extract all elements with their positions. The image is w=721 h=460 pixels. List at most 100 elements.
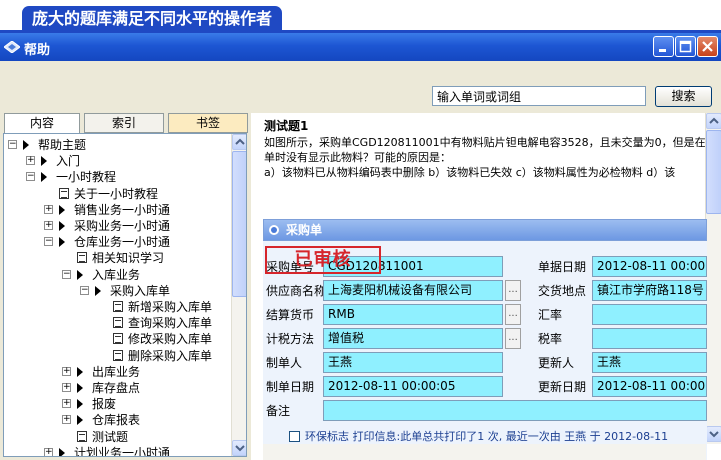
collapse-icon[interactable]: −	[44, 237, 53, 247]
field-creator[interactable]: 王燕	[323, 352, 503, 373]
tree-node[interactable]: 修改采购入库单	[4, 331, 230, 347]
field-delivery[interactable]: 镇江市学府路118号	[592, 280, 707, 301]
content-scroll-down-button[interactable]	[706, 426, 721, 442]
tax-method-lookup-button[interactable]: ...	[505, 328, 521, 349]
label-delivery: 交货地点	[538, 284, 587, 298]
tree-node[interactable]: + 入门	[4, 153, 230, 169]
tree-node[interactable]: − 入库业务	[4, 267, 230, 283]
scroll-up-button[interactable]	[232, 134, 246, 150]
label-creator: 制单人	[266, 356, 303, 370]
supplier-lookup-button[interactable]: ...	[505, 280, 521, 301]
tree-node[interactable]: 相关知识学习	[4, 250, 230, 266]
tree-node[interactable]: + 库存盘点	[4, 380, 230, 396]
form-header-icon	[269, 225, 279, 235]
tab-contents[interactable]: 内容	[4, 113, 80, 135]
arrow-icon	[59, 221, 65, 231]
search-input[interactable]	[432, 86, 646, 106]
tree-node[interactable]: 查询采购入库单	[4, 315, 230, 331]
help-window-icon	[3, 40, 21, 54]
question-line: 如图所示，采购单CGD120811001中有物料贴片钽电解电容3528，且未交量…	[264, 136, 706, 149]
arrow-icon	[77, 366, 83, 377]
tree-node-label: 新增采购入库单	[128, 300, 213, 314]
form-header: 采购单	[263, 219, 707, 241]
tree-node[interactable]: − 采购入库单	[4, 283, 230, 299]
tab-index[interactable]: 索引	[84, 113, 164, 133]
tree-node-label: 仓库业务一小时通	[74, 235, 171, 250]
label-currency: 结算货币	[266, 308, 315, 322]
content-scroll-thumb[interactable]	[706, 130, 721, 214]
tree-node-label: 帮助主题	[38, 138, 87, 152]
tree-node-label: 销售业务一小时通	[74, 202, 171, 217]
content-vertical-scrollbar[interactable]	[705, 113, 721, 444]
tree-node-label: 采购业务一小时通	[74, 219, 171, 233]
currency-lookup-button[interactable]: ...	[505, 304, 521, 325]
chevron-up-icon	[235, 138, 245, 145]
eco-label-checkbox[interactable]	[289, 431, 300, 442]
content-horizontal-scrollbar[interactable]	[263, 444, 706, 460]
tree-node[interactable]: − 仓库业务一小时通	[4, 234, 230, 250]
tab-bookmarks[interactable]: 书签	[168, 113, 248, 133]
expand-icon[interactable]: +	[62, 366, 71, 376]
expand-icon[interactable]: +	[44, 221, 53, 230]
maximize-icon	[679, 40, 692, 53]
close-button[interactable]	[697, 36, 718, 57]
field-updater[interactable]: 王燕	[592, 352, 707, 373]
field-tax-rate[interactable]	[592, 328, 707, 349]
label-supplier: 供应商名称	[266, 284, 327, 298]
tree-node[interactable]: 测试题	[4, 429, 230, 445]
tree-node[interactable]: + 采购业务一小时通	[4, 218, 230, 234]
expand-icon[interactable]: +	[26, 156, 35, 166]
chevron-down-icon	[709, 431, 719, 438]
collapse-icon[interactable]: −	[8, 140, 17, 149]
window-title-bar[interactable]: 帮助	[0, 33, 721, 61]
tree-node-label: 相关知识学习	[92, 251, 165, 266]
field-rate[interactable]	[592, 304, 707, 325]
tree-node[interactable]: + 仓库报表	[4, 412, 230, 428]
search-button[interactable]: 搜索	[655, 86, 712, 107]
minimize-button[interactable]	[653, 36, 674, 57]
tree-vertical-scrollbar[interactable]	[231, 134, 246, 456]
collapse-icon[interactable]: −	[26, 172, 35, 182]
label-date: 单据日期	[538, 260, 587, 274]
tree-scroll-thumb[interactable]	[232, 151, 246, 297]
tree-node[interactable]: 关于一小时教程	[4, 186, 230, 202]
arrow-open-icon	[95, 285, 101, 296]
banner-title: 庞大的题库满足不同水平的操作者	[22, 6, 283, 32]
field-update-date[interactable]: 2012-08-11 00:00:47	[592, 376, 707, 397]
expand-icon[interactable]: +	[44, 204, 53, 214]
tree-node-label: 入库业务	[92, 267, 141, 282]
maximize-button[interactable]	[675, 36, 696, 57]
label-tax-rate: 税率	[538, 332, 563, 346]
tree-node[interactable]: − 一小时教程	[4, 169, 230, 185]
field-supplier[interactable]: 上海麦阳机械设备有限公司	[323, 280, 503, 301]
field-date[interactable]: 2012-08-11 00:00:05	[592, 256, 707, 277]
question-text: 如图所示，采购单CGD120811001中有物料贴片钽电解电容3528，且未交量…	[264, 135, 708, 180]
field-currency[interactable]: RMB	[323, 304, 503, 325]
expand-icon[interactable]: +	[62, 383, 71, 392]
tree-node[interactable]: 删除采购入库单	[4, 348, 230, 364]
window-title: 帮助	[24, 43, 51, 58]
field-tax-method[interactable]: 增值税	[323, 328, 503, 349]
collapse-icon[interactable]: −	[80, 285, 89, 295]
scroll-down-button[interactable]	[232, 440, 246, 456]
content-scroll-up-button[interactable]	[706, 113, 721, 129]
expand-icon[interactable]: +	[44, 447, 53, 456]
arrow-icon	[77, 383, 83, 393]
expand-icon[interactable]: +	[62, 415, 71, 425]
tree-node-label: 库存盘点	[92, 381, 141, 395]
tree-node[interactable]: 新增采购入库单	[4, 299, 230, 315]
tree-node-label: 测试题	[92, 429, 129, 444]
tree-node-label: 计划业务一小时通	[74, 445, 171, 457]
field-remark[interactable]	[323, 400, 707, 421]
collapse-icon[interactable]: −	[62, 269, 71, 279]
field-create-date[interactable]: 2012-08-11 00:00:05	[323, 376, 503, 397]
label-tax-method: 计税方法	[266, 332, 315, 346]
tree-node[interactable]: + 计划业务一小时通	[4, 445, 230, 457]
arrow-icon	[59, 447, 65, 456]
expand-icon[interactable]: +	[62, 399, 71, 409]
tree-node[interactable]: − 帮助主题	[4, 137, 230, 153]
tree-node-label: 查询采购入库单	[128, 316, 213, 331]
tree-node[interactable]: + 销售业务一小时通	[4, 202, 230, 218]
tree-node[interactable]: + 报废	[4, 396, 230, 412]
tree-node[interactable]: + 出库业务	[4, 364, 230, 380]
